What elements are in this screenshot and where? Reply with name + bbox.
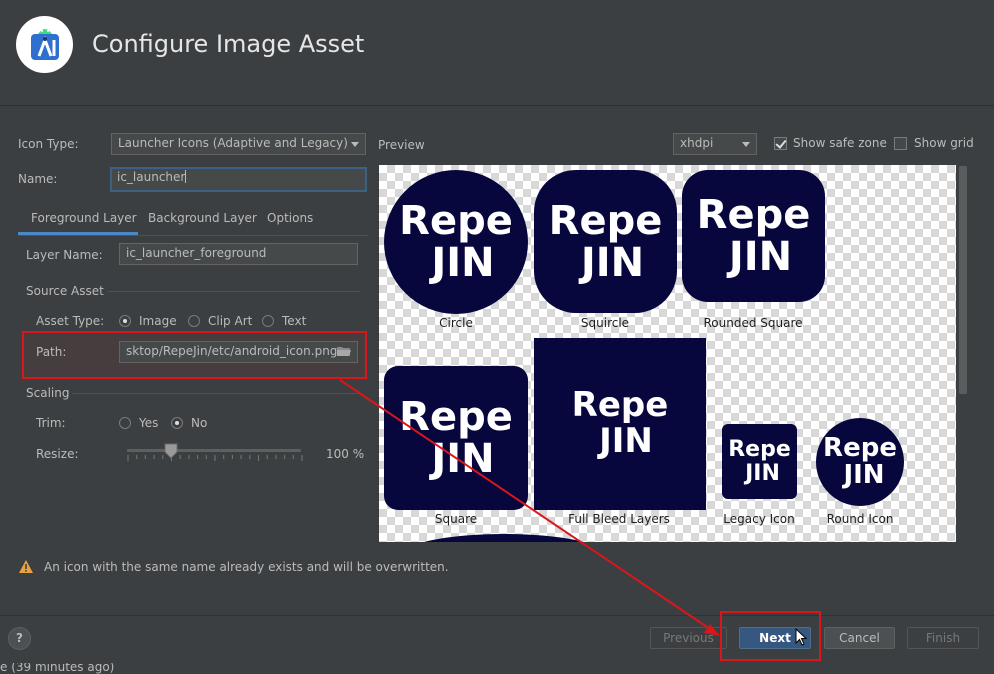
icon-preview-full-bleed: Repe JIN — [534, 338, 706, 510]
show-grid-label: Show grid — [914, 136, 974, 150]
icon-preview-partial — [404, 534, 604, 542]
asset-type-image-radio[interactable] — [119, 315, 131, 327]
android-studio-logo — [16, 16, 73, 73]
icon-text-line2: JIN — [580, 239, 645, 286]
cancel-button[interactable]: Cancel — [824, 627, 895, 649]
source-asset-heading: Source Asset — [26, 284, 104, 298]
show-safe-zone-checkbox[interactable] — [774, 137, 787, 150]
annotation-path-box — [22, 331, 367, 379]
asset-type-clipart-radio[interactable] — [188, 315, 200, 327]
density-select[interactable]: xhdpi — [673, 133, 757, 155]
preview-label: Preview — [378, 138, 425, 152]
chevron-down-icon — [351, 142, 359, 147]
dialog-title: Configure Image Asset — [92, 30, 365, 58]
tab-background-layer[interactable]: Background Layer — [148, 211, 257, 225]
preview-canvas: Repe JIN Circle Repe JIN Squircle Repe J… — [379, 165, 956, 542]
resize-slider-ticks — [127, 455, 303, 461]
source-asset-divider — [108, 291, 360, 292]
icon-text-line2: JIN — [599, 421, 653, 461]
tab-options[interactable]: Options — [267, 211, 313, 225]
icon-type-value: Launcher Icons (Adaptive and Legacy) — [118, 136, 348, 150]
resize-slider-thumb[interactable] — [164, 443, 178, 459]
asset-type-text-radio[interactable] — [262, 315, 274, 327]
icon-text-line2: JIN — [431, 436, 495, 482]
scaling-divider — [72, 393, 360, 394]
icon-preview-round: Repe JIN — [816, 418, 904, 506]
density-value: xhdpi — [680, 136, 714, 150]
icon-preview-square: Repe JIN — [384, 366, 528, 510]
icon-text-line2: JIN — [728, 234, 793, 280]
icon-type-label: Icon Type: — [18, 137, 79, 151]
icon-text-line1: Repe — [823, 432, 897, 463]
resize-slider-track[interactable] — [127, 449, 301, 452]
asset-type-image-label: Image — [139, 314, 177, 328]
caption-squircle: Squircle — [580, 316, 630, 330]
tab-foreground-layer[interactable]: Foreground Layer — [31, 211, 137, 225]
trim-yes-label: Yes — [139, 416, 159, 430]
warning-icon — [19, 560, 33, 573]
name-value: ic_launcher — [117, 170, 186, 184]
asset-type-label: Asset Type: — [36, 314, 105, 328]
caption-full-bleed-layers: Full Bleed Layers — [568, 512, 670, 526]
name-label: Name: — [18, 172, 58, 186]
layer-name-label: Layer Name: — [26, 248, 103, 262]
caption-legacy-icon: Legacy Icon — [723, 512, 795, 526]
icon-text-line1: Repe — [399, 394, 513, 440]
asset-type-clipart-label: Clip Art — [208, 314, 253, 328]
scaling-heading: Scaling — [26, 386, 70, 400]
asset-type-text-label: Text — [282, 314, 307, 328]
tab-divider — [18, 235, 368, 236]
show-safe-zone-label: Show safe zone — [793, 136, 887, 150]
show-grid-checkbox[interactable] — [894, 137, 907, 150]
layer-name-value: ic_launcher_foreground — [126, 246, 267, 260]
icon-text-line1: Repe — [548, 197, 663, 244]
mouse-cursor-icon — [795, 627, 808, 647]
chevron-down-icon — [742, 142, 750, 147]
name-input[interactable]: ic_launcher — [110, 167, 367, 192]
trim-no-radio[interactable] — [171, 417, 183, 429]
caption-round-icon: Round Icon — [826, 512, 894, 526]
icon-text-line1: Repe — [728, 437, 791, 463]
icon-preview-circle: Repe JIN — [384, 170, 528, 314]
icon-text-line2: JIN — [431, 240, 495, 286]
resize-label: Resize: — [36, 447, 79, 461]
status-bar: e (39 minutes ago) — [0, 663, 994, 674]
icon-text-line2: JIN — [843, 460, 885, 490]
trim-no-label: No — [191, 416, 208, 430]
icon-type-select[interactable]: Launcher Icons (Adaptive and Legacy) — [111, 133, 366, 155]
caption-square: Square — [434, 512, 478, 526]
icon-preview-squircle: Repe JIN — [534, 170, 677, 313]
status-text: e (39 minutes ago) — [0, 663, 115, 674]
previous-button[interactable]: Previous — [650, 627, 727, 649]
caption-circle: Circle — [439, 316, 473, 330]
text-cursor — [185, 170, 187, 183]
preview-scrollbar-thumb[interactable] — [959, 166, 967, 394]
finish-button[interactable]: Finish — [907, 627, 979, 649]
icon-text-line1: Repe — [571, 385, 669, 426]
icon-text-line2: JIN — [745, 460, 780, 486]
icon-text-line1: Repe — [399, 198, 513, 244]
warning-text: An icon with the same name already exist… — [44, 560, 449, 574]
icon-preview-legacy: Repe JIN — [722, 424, 797, 499]
android-studio-icon — [30, 28, 59, 60]
resize-value: 100 % — [326, 447, 365, 461]
help-button[interactable]: ? — [8, 627, 31, 650]
layer-name-input[interactable]: ic_launcher_foreground — [119, 243, 358, 265]
caption-rounded-square: Rounded Square — [703, 316, 803, 330]
icon-text-line1: Repe — [696, 192, 811, 238]
trim-yes-radio[interactable] — [119, 417, 131, 429]
trim-label: Trim: — [36, 416, 66, 430]
icon-preview-rounded-square: Repe JIN — [682, 170, 825, 302]
